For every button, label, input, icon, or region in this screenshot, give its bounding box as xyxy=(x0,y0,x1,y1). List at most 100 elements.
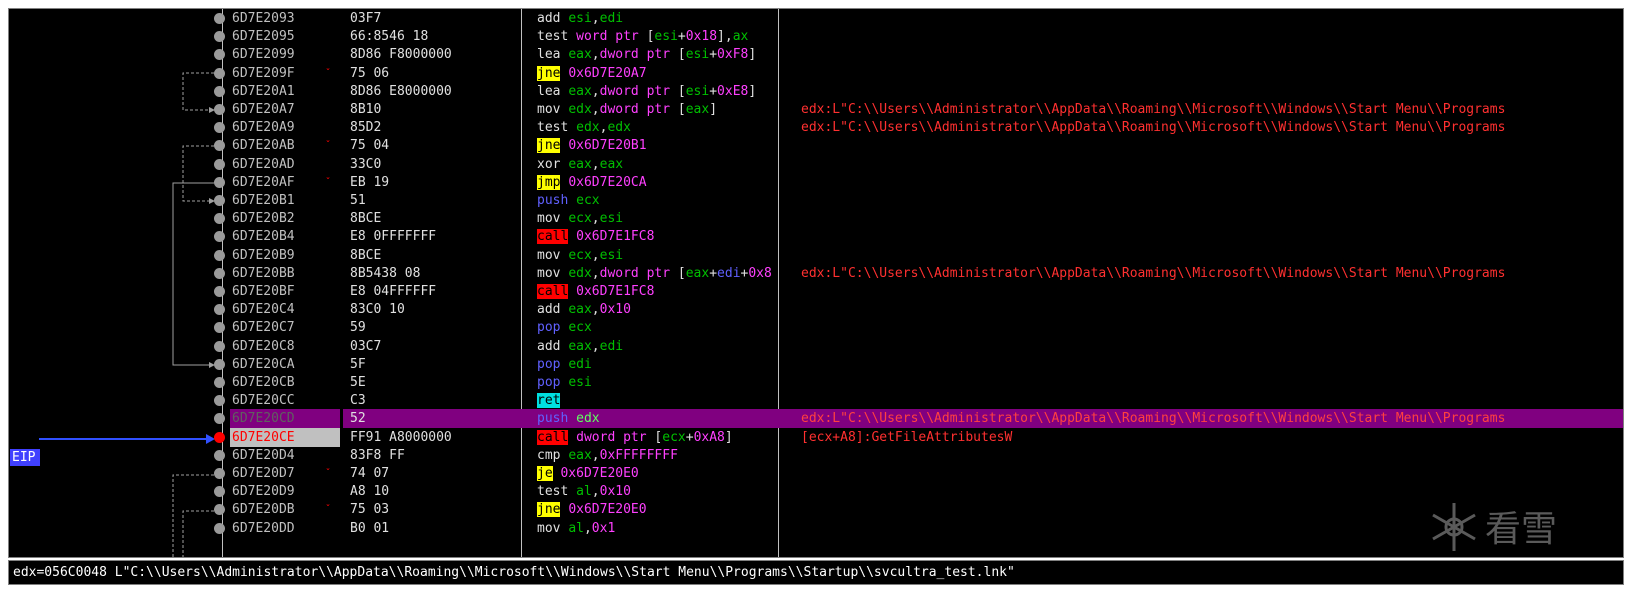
instruction-row[interactable]: 6D7E20AF ˇ EB 19 jmp 0x6D7E20CA xyxy=(9,173,1623,192)
breakpoint-toggle[interactable] xyxy=(214,413,225,425)
instruction-row[interactable]: 6D7E20D4 83F8 FF cmp eax,0xFFFFFFFF xyxy=(9,446,1623,465)
breakpoint-toggle[interactable] xyxy=(214,85,225,97)
instruction-row[interactable]: 6D7E20B9 8BCE mov ecx,esi xyxy=(9,246,1623,265)
instruction-row[interactable]: 6D7E20AD 33C0 xor eax,eax xyxy=(9,155,1623,174)
breakpoint-toggle[interactable] xyxy=(214,267,225,279)
breakpoint-toggle[interactable] xyxy=(214,486,225,498)
breakpoint-toggle[interactable] xyxy=(214,449,225,461)
instruction-row[interactable]: 6D7E20B4 E8 0FFFFFFF call 0x6D7E1FC8 xyxy=(9,227,1623,246)
bytes-cell: 83C0 10 xyxy=(350,302,405,318)
jump-indicator-icon: ˇ xyxy=(325,468,332,479)
breakpoint-toggle[interactable] xyxy=(214,322,225,334)
instruction-row[interactable]: 6D7E20BF E8 04FFFFFF call 0x6D7E1FC8 xyxy=(9,282,1623,301)
disassembly-view[interactable]: EIP 6D7E2093 03F7 add esi,edi 6D7E2095 66:85… xyxy=(8,8,1624,558)
operand: [ xyxy=(670,102,686,117)
operand: eax xyxy=(599,156,624,172)
instruction-row[interactable]: 6D7E2099 8D86 F8000000 lea eax,dword ptr [… xyxy=(9,45,1623,64)
address-cell: 6D7E20B4 xyxy=(232,229,295,245)
breakpoint-toggle[interactable] xyxy=(214,231,225,243)
breakpoint-toggle[interactable] xyxy=(214,431,225,443)
mnemonic: lea xyxy=(537,47,561,63)
instruction-row[interactable]: 6D7E20D9 A8 10 test al,0x10 xyxy=(9,482,1623,501)
breakpoint-toggle[interactable] xyxy=(214,140,225,152)
instruction-row[interactable]: 6D7E20CB 5E pop esi xyxy=(9,373,1623,392)
address-cell: 6D7E20A1 xyxy=(232,83,295,99)
bytes-cell: FF91 A8000000 xyxy=(350,429,452,445)
breakpoint-toggle[interactable] xyxy=(214,522,225,534)
mnemonic: call xyxy=(537,229,569,245)
breakpoint-toggle[interactable] xyxy=(214,49,225,61)
breakpoint-toggle[interactable] xyxy=(214,249,225,261)
operand: edx xyxy=(568,102,592,117)
breakpoint-toggle[interactable] xyxy=(214,304,225,316)
instruction-row[interactable]: 6D7E20C4 83C0 10 add eax,0x10 xyxy=(9,300,1623,319)
instruction-cell: pop edi xyxy=(537,355,794,374)
breakpoint-toggle[interactable] xyxy=(214,31,225,43)
instruction-row[interactable]: 6D7E20B1 51 push ecx xyxy=(9,191,1623,210)
operand: , xyxy=(591,247,600,263)
breakpoint-toggle[interactable] xyxy=(214,13,225,24)
breakpoint-toggle[interactable] xyxy=(214,67,225,79)
breakpoint-toggle[interactable] xyxy=(214,195,225,206)
mnemonic: jne xyxy=(537,502,561,518)
operand: 0x6D7E1FC8 xyxy=(576,284,655,299)
comment-cell: edx:L"C:\\Users\\Administrator\\AppData\… xyxy=(801,120,1506,136)
operand: ax xyxy=(732,29,749,45)
instruction-row[interactable]: 6D7E20CC C3 ret xyxy=(9,391,1623,410)
instruction-row[interactable]: 6D7E20A7 8B10 mov edx,dword ptr [eax] edx:L… xyxy=(9,100,1623,119)
bytes-cell: A8 10 xyxy=(350,484,390,500)
operand: eax xyxy=(568,83,592,99)
instruction-row[interactable]: 6D7E20DB ˇ 75 03 jne 0x6D7E20E0 xyxy=(9,500,1623,519)
instruction-row[interactable]: 6D7E20B2 8BCE mov ecx,esi xyxy=(9,209,1623,228)
instruction-row[interactable]: 6D7E20D7 ˇ 74 07 je 0x6D7E20E0 xyxy=(9,464,1623,483)
address-cell: 6D7E20B1 xyxy=(232,193,295,208)
instruction-cell: pop esi xyxy=(537,373,794,392)
mnemonic: add xyxy=(537,302,561,318)
breakpoint-toggle[interactable] xyxy=(214,122,225,134)
instruction-cell: add eax,0x10 xyxy=(537,300,794,319)
breakpoint-toggle[interactable] xyxy=(214,158,225,170)
address-cell: 6D7E209F xyxy=(232,65,295,81)
instruction-row[interactable]: 6D7E20DD B0 01 mov al,0x1 xyxy=(9,519,1623,538)
breakpoint-toggle[interactable] xyxy=(214,358,225,370)
bytes-cell: E8 0FFFFFFF xyxy=(350,229,437,245)
instruction-row[interactable]: 6D7E20A9 85D2 test edx,edx edx:L"C:\\Users\… xyxy=(9,118,1623,137)
address-cell: 6D7E20AB xyxy=(232,138,295,154)
operand: + xyxy=(709,83,718,99)
address-cell: 6D7E20BF xyxy=(232,284,295,299)
breakpoint-toggle[interactable] xyxy=(214,468,225,479)
breakpoint-toggle[interactable] xyxy=(214,340,225,352)
mnemonic: cmp xyxy=(537,447,561,463)
address-cell: 6D7E20A9 xyxy=(232,120,295,136)
breakpoint-toggle[interactable] xyxy=(214,176,225,188)
operand: ecx xyxy=(576,193,600,208)
breakpoint-toggle[interactable] xyxy=(214,504,225,516)
operand: [ xyxy=(670,83,686,99)
instruction-row[interactable]: 6D7E20BB 8B5438 08 mov edx,dword ptr [eax+… xyxy=(9,264,1623,283)
instruction-row[interactable]: 6D7E2095 66:8546 18 test word ptr [esi+0x1… xyxy=(9,27,1623,46)
breakpoint-toggle[interactable] xyxy=(214,377,225,388)
instruction-row-selected[interactable]: 6D7E20CD 52 push edx edx:L"C:\\Users\\Admin… xyxy=(9,409,1623,429)
instruction-row[interactable]: 6D7E20C8 03C7 add eax,edi xyxy=(9,337,1623,356)
address-cell: 6D7E2095 xyxy=(232,29,295,45)
instruction-row[interactable]: 6D7E2093 03F7 add esi,edi xyxy=(9,9,1623,28)
mnemonic: test xyxy=(537,120,569,136)
instruction-row[interactable]: 6D7E20AB ˇ 75 04 jne 0x6D7E20B1 xyxy=(9,136,1623,155)
operand: [ xyxy=(646,429,663,445)
instruction-row[interactable]: 6D7E209F ˇ 75 06 jne 0x6D7E20A7 xyxy=(9,64,1623,83)
operand: , xyxy=(583,520,592,536)
operand: 0xA8 xyxy=(693,429,725,445)
operand: 0x10 xyxy=(599,484,631,500)
breakpoint-toggle[interactable] xyxy=(214,213,225,225)
bytes-cell: 5F xyxy=(350,356,366,372)
instruction-row[interactable]: 6D7E20CA 5F pop edi xyxy=(9,355,1623,374)
instruction-row-eip[interactable]: 6D7E20CE FF91 A8000000 call dword ptr [ecx… xyxy=(9,427,1623,447)
breakpoint-toggle[interactable] xyxy=(214,104,225,115)
breakpoint-toggle[interactable] xyxy=(214,286,225,297)
instruction-cell: mov ecx,esi xyxy=(537,246,794,265)
instruction-row[interactable]: 6D7E20C7 59 pop ecx xyxy=(9,318,1623,337)
mnemonic: lea xyxy=(537,83,561,99)
breakpoint-toggle[interactable] xyxy=(214,395,225,407)
instruction-row[interactable]: 6D7E20A1 8D86 E8000000 lea eax,dword ptr [… xyxy=(9,82,1623,101)
instruction-cell: add esi,edi xyxy=(537,9,794,28)
